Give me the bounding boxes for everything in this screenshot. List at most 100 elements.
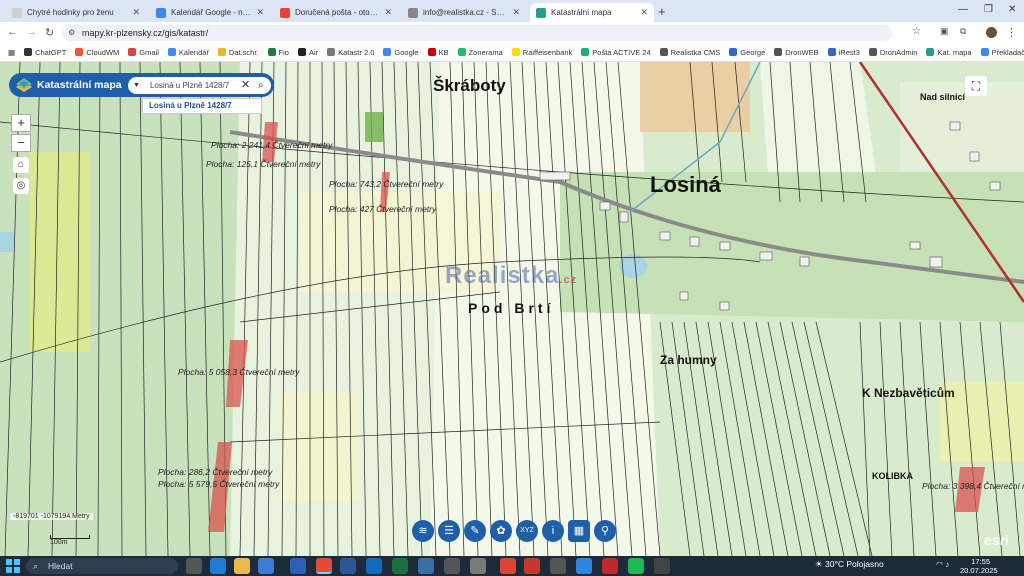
close-icon[interactable]: ✕ [256, 7, 264, 18]
app-icon[interactable] [290, 558, 306, 574]
locate-icon[interactable]: ◎ [13, 178, 29, 194]
browser-tab[interactable]: Doručená pošta - oto.tesar@g ✕ [274, 3, 398, 22]
browser-tab[interactable]: Chytré hodinky pro ženu ✕ [6, 3, 146, 22]
chrome-icon[interactable] [316, 558, 332, 574]
zoom-in-button[interactable]: + [11, 114, 31, 132]
extension-icon[interactable]: ▣ [940, 26, 949, 37]
map-icon [536, 7, 546, 18]
puzzle-icon[interactable]: ⧉ [960, 26, 966, 37]
back-icon[interactable]: ← [7, 26, 18, 38]
cadastral-map[interactable]: Škráboty Losiná Pod Brtí Za humny K Nezb… [0, 62, 1024, 556]
bookmark-posta[interactable]: Pošta ACTIVE 24 [581, 48, 651, 57]
bookmark-star-icon[interactable]: ☆ [912, 26, 921, 37]
app-icon[interactable] [550, 558, 566, 574]
browser-tab[interactable]: info@realistka.cz - Schránka zp ✕ [402, 3, 526, 22]
avatar[interactable] [986, 27, 997, 38]
minimize-button[interactable]: — [958, 4, 968, 15]
word-icon[interactable] [340, 558, 356, 574]
bookmark-chatgpt[interactable]: ChatGPT [24, 48, 66, 57]
close-icon[interactable]: ✕ [241, 77, 250, 94]
search-suggestion[interactable]: Losiná u Plzně 1428/7 [142, 98, 262, 114]
info-icon[interactable]: i [542, 520, 564, 542]
close-window-button[interactable]: ✕ [1008, 4, 1016, 15]
bookmark-kat-mapa[interactable]: Kat. mapa [926, 48, 972, 57]
close-icon[interactable]: ✕ [512, 7, 520, 18]
file-explorer-icon[interactable] [234, 558, 250, 574]
weather-widget[interactable]: ☀ 30°C Polojasno [815, 559, 884, 570]
zoom-out-button[interactable]: − [11, 134, 31, 152]
edge-icon[interactable] [210, 558, 226, 574]
task-view-icon[interactable] [186, 558, 202, 574]
acrobat-icon[interactable] [602, 558, 618, 574]
bookmark-google[interactable]: Google [383, 48, 419, 57]
search-icon[interactable]: ⌕ [258, 77, 264, 94]
measure-icon[interactable]: ⚲ [594, 520, 616, 542]
url-bar[interactable]: ⚙ mapy.kr-plzensky.cz/gis/katastr/ [62, 25, 892, 41]
scale-label: 100m [50, 539, 68, 546]
bookmark-raiffeisen[interactable]: Raiffeisenbank [511, 48, 572, 57]
maximize-button[interactable]: ❐ [984, 4, 993, 15]
bookmark-datschr[interactable]: Dat.schr. [217, 48, 259, 57]
spotify-icon[interactable] [628, 558, 644, 574]
bookmark-prekladac[interactable]: Překladač Google [980, 48, 1024, 57]
fullscreen-button[interactable]: ⛶ [965, 76, 987, 96]
bookmark-kalendar[interactable]: Kalendář [167, 48, 209, 57]
close-icon[interactable]: ✕ [640, 7, 648, 18]
app-icon[interactable] [444, 558, 460, 574]
search-input[interactable]: ▼ Losiná u Plzně 1428/7 ✕ ⌕ [127, 76, 272, 95]
layers-icon[interactable]: ≋ [412, 520, 434, 542]
bookmark-kb[interactable]: KB [427, 48, 449, 57]
bookmark-realistka-cms[interactable]: Realistka CMS [659, 48, 720, 57]
app-icon[interactable] [654, 558, 670, 574]
place-label: KOLIBKA [872, 471, 913, 481]
excel-icon[interactable] [392, 558, 408, 574]
watermark-logo: Realistka.cz [445, 262, 578, 289]
home-icon[interactable]: ⌂ [13, 157, 29, 173]
bookmark-air[interactable]: Air [297, 48, 318, 57]
attribution-logo: esri [984, 532, 1009, 548]
chevron-down-icon[interactable]: ▼ [133, 77, 140, 94]
area-measurement: Plocha: 2 241,4 Čtvereční metry [211, 140, 333, 150]
opera-icon[interactable] [524, 558, 540, 574]
bookmark-fio[interactable]: Fio [267, 48, 289, 57]
app-icon[interactable] [418, 558, 434, 574]
draw-icon[interactable]: ✎ [464, 520, 486, 542]
app-icon[interactable] [258, 558, 274, 574]
browser-tab[interactable]: Kalendář Google - neděle, 20. ✕ [150, 3, 270, 22]
bookmark-cloudwm[interactable]: CloudWM [75, 48, 119, 57]
new-tab-button[interactable]: + [658, 4, 666, 19]
app-icon[interactable] [470, 558, 486, 574]
bookmark-zonerama[interactable]: Zonerama [457, 48, 503, 57]
clock[interactable]: 17:55 20.07.2025 [960, 557, 998, 575]
site-info-icon[interactable]: ⚙ [68, 25, 75, 41]
palette-icon[interactable]: ✿ [490, 520, 512, 542]
windows-start-icon[interactable] [6, 559, 20, 573]
browser-tab-active[interactable]: Katastrální mapa ✕ [530, 3, 654, 22]
bookmark-gmail[interactable]: Gmail [128, 48, 159, 57]
list-icon[interactable]: ☰ [438, 520, 460, 542]
bookmark-katastr[interactable]: Katastr 2.0 [327, 48, 374, 57]
bookmark-dronweb[interactable]: DronWEB [774, 48, 819, 57]
menu-icon[interactable]: ⋮ [1006, 26, 1017, 39]
outlook-icon[interactable] [366, 558, 382, 574]
reload-icon[interactable]: ↻ [45, 26, 54, 39]
forward-icon[interactable]: → [26, 26, 37, 38]
app-icon[interactable] [500, 558, 516, 574]
coordinate-readout: -819701 -1079194 Metry [10, 513, 93, 520]
close-icon[interactable]: ✕ [384, 7, 392, 18]
area-measurement: Plocha: 3 398,4 Čtvereční metry [922, 481, 1024, 491]
apps-icon[interactable]: ▦ [8, 48, 15, 57]
wifi-icon: ◠ [936, 560, 943, 569]
calendar-icon [156, 7, 166, 18]
area-measurement: Plocha: 5 579,5 Čtvereční metry [158, 479, 280, 489]
bookmark-george[interactable]: George [729, 48, 765, 57]
system-tray[interactable]: ◠ ♪ [936, 560, 949, 569]
grid-icon[interactable]: ▦ [568, 520, 590, 542]
xyz-icon[interactable]: XYZ [516, 520, 538, 542]
bookmark-irest3[interactable]: iRest3 [827, 48, 860, 57]
close-icon[interactable]: ✕ [132, 7, 140, 18]
bookmarks-bar: ▦ ChatGPT CloudWM Gmail Kalendář Dat.sch… [0, 43, 1024, 62]
bookmark-dronadmin[interactable]: DronAdmin [868, 48, 917, 57]
app-icon[interactable] [576, 558, 592, 574]
taskbar-search[interactable]: ⌕ Hledat [26, 558, 178, 574]
